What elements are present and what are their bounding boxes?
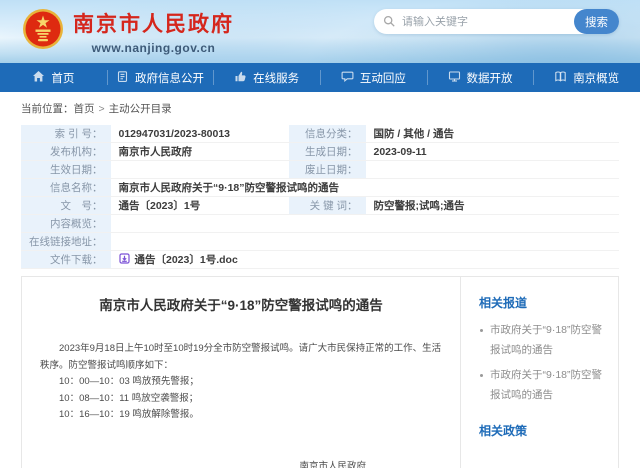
table-row: 在线链接地址： xyxy=(21,233,619,251)
site-banner: 南京市人民政府 www.nanjing.gov.cn 搜索 xyxy=(0,0,640,63)
search-input[interactable] xyxy=(396,16,574,28)
table-row: 内容概览： xyxy=(21,215,619,233)
overview-value xyxy=(111,215,620,233)
schedule-line: 10：08—10：11 鸣放空袭警报； xyxy=(59,391,442,408)
notice-article: 南京市人民政府关于“9·18”防空警报试鸣的通告 2023年9月18日上午10时… xyxy=(22,277,460,468)
schedule-line: 10：16—10：19 鸣放解除警报。 xyxy=(59,407,442,424)
site-title: 南京市人民政府 xyxy=(73,8,234,38)
nav-label: 政府信息公开 xyxy=(135,70,204,86)
document-meta-table: 索 引 号： 012947031/2023-80013 信息分类： 国防 / 其… xyxy=(21,125,619,269)
related-sidebar: 相关报道 市政府关于“9·18”防空警报试鸣的通告 市政府关于“9·18”防空警… xyxy=(460,277,618,468)
table-row: 索 引 号： 012947031/2023-80013 信息分类： 国防 / 其… xyxy=(21,125,619,143)
doc-number-label: 文 号： xyxy=(21,197,111,215)
main-nav: 首页 政府信息公开 在线服务 互动回应 xyxy=(0,63,640,92)
nav-item-home[interactable]: 首页 xyxy=(0,63,107,92)
national-emblem-icon xyxy=(22,8,64,55)
book-icon xyxy=(554,70,567,86)
breadcrumb-current-link[interactable]: 主动公开目录 xyxy=(109,103,172,115)
doc-number-value: 通告〔2023〕1号 xyxy=(111,197,289,215)
abolished-date-value xyxy=(366,161,620,179)
abolished-date-label: 废止日期： xyxy=(289,161,366,179)
index-number-value: 012947031/2023-80013 xyxy=(111,125,289,143)
related-policies-heading: 相关政策 xyxy=(479,422,606,439)
index-number-label: 索 引 号： xyxy=(21,125,111,143)
publisher-value: 南京市人民政府 xyxy=(111,143,289,161)
nav-label: 南京概览 xyxy=(573,70,619,86)
nav-item-online-services[interactable]: 在线服务 xyxy=(213,63,320,92)
table-row: 文件下载： 通告〔2023〕1号.doc xyxy=(21,251,619,269)
nav-item-overview[interactable]: 南京概览 xyxy=(533,63,640,92)
category-value: 国防 / 其他 / 通告 xyxy=(366,125,620,143)
table-row: 发布机构： 南京市人民政府 生成日期： 2023-09-11 xyxy=(21,143,619,161)
schedule-line: 10：00—10：03 鸣放预先警报； xyxy=(59,374,442,391)
effective-date-value xyxy=(111,161,289,179)
related-report-link[interactable]: 市政府关于“9·18”防空警报试鸣的通告 xyxy=(479,321,606,361)
breadcrumb-separator: > xyxy=(99,103,105,115)
notice-intro-paragraph: 2023年9月18日上午10时至10时19分全市防空警报试鸣。请广大市民保持正常… xyxy=(40,340,442,374)
site-url: www.nanjing.gov.cn xyxy=(73,41,234,55)
search-box[interactable]: 搜索 xyxy=(374,9,619,34)
thumbs-up-icon xyxy=(234,70,247,86)
publisher-label: 发布机构： xyxy=(21,143,111,161)
download-icon xyxy=(119,253,130,267)
nav-item-interaction[interactable]: 互动回应 xyxy=(320,63,427,92)
nav-label: 在线服务 xyxy=(253,70,299,86)
page-title: 南京市人民政府关于“9·18”防空警报试鸣的通告 xyxy=(40,294,442,314)
created-date-value: 2023-09-11 xyxy=(366,143,620,161)
keywords-value: 防空警报;试鸣;通告 xyxy=(366,197,620,215)
online-link-label: 在线链接地址： xyxy=(21,233,111,251)
breadcrumb: 当前位置：首页 > 主动公开目录 xyxy=(0,92,640,125)
keywords-label: 关 键 词： xyxy=(289,197,366,215)
site-brand[interactable]: 南京市人民政府 www.nanjing.gov.cn xyxy=(22,8,234,55)
overview-label: 内容概览： xyxy=(21,215,111,233)
chat-bubble-icon xyxy=(341,70,354,86)
created-date-label: 生成日期： xyxy=(289,143,366,161)
info-name-value: 南京市人民政府关于“9·18”防空警报试鸣的通告 xyxy=(111,179,620,197)
nav-item-open-data[interactable]: 数据开放 xyxy=(427,63,534,92)
online-link-value xyxy=(111,233,620,251)
document-icon xyxy=(116,70,129,86)
effective-date-label: 生效日期： xyxy=(21,161,111,179)
breadcrumb-home-link[interactable]: 首页 xyxy=(74,103,95,115)
home-icon xyxy=(32,70,45,86)
nav-label: 首页 xyxy=(51,70,74,86)
download-file-name: 通告〔2023〕1号.doc xyxy=(135,252,238,267)
related-report-link[interactable]: 市政府关于“9·18”防空警报试鸣的通告 xyxy=(479,366,606,406)
breadcrumb-prefix: 当前位置： xyxy=(21,103,74,115)
file-download-label: 文件下载： xyxy=(21,251,111,269)
table-row: 信息名称： 南京市人民政府关于“9·18”防空警报试鸣的通告 xyxy=(21,179,619,197)
signature-org: 南京市人民政府 xyxy=(40,458,366,468)
search-button[interactable]: 搜索 xyxy=(574,9,619,34)
file-download-link[interactable]: 通告〔2023〕1号.doc xyxy=(119,252,238,267)
siren-schedule: 10：00—10：03 鸣放预先警报； 10：08—10：11 鸣放空袭警报； … xyxy=(40,374,442,424)
nav-label: 数据开放 xyxy=(467,70,513,86)
table-row: 文 号： 通告〔2023〕1号 关 键 词： 防空警报;试鸣;通告 xyxy=(21,197,619,215)
table-row: 生效日期： 废止日期： xyxy=(21,161,619,179)
signature-block: 南京市人民政府 2023年9月11日 xyxy=(40,458,442,468)
nav-item-info-disclosure[interactable]: 政府信息公开 xyxy=(107,63,214,92)
search-icon xyxy=(383,15,396,28)
content-area: 南京市人民政府关于“9·18”防空警报试鸣的通告 2023年9月18日上午10时… xyxy=(21,276,619,468)
related-reports-heading: 相关报道 xyxy=(479,294,606,311)
monitor-icon xyxy=(448,70,461,86)
nav-label: 互动回应 xyxy=(360,70,406,86)
info-name-label: 信息名称： xyxy=(21,179,111,197)
category-label: 信息分类： xyxy=(289,125,366,143)
